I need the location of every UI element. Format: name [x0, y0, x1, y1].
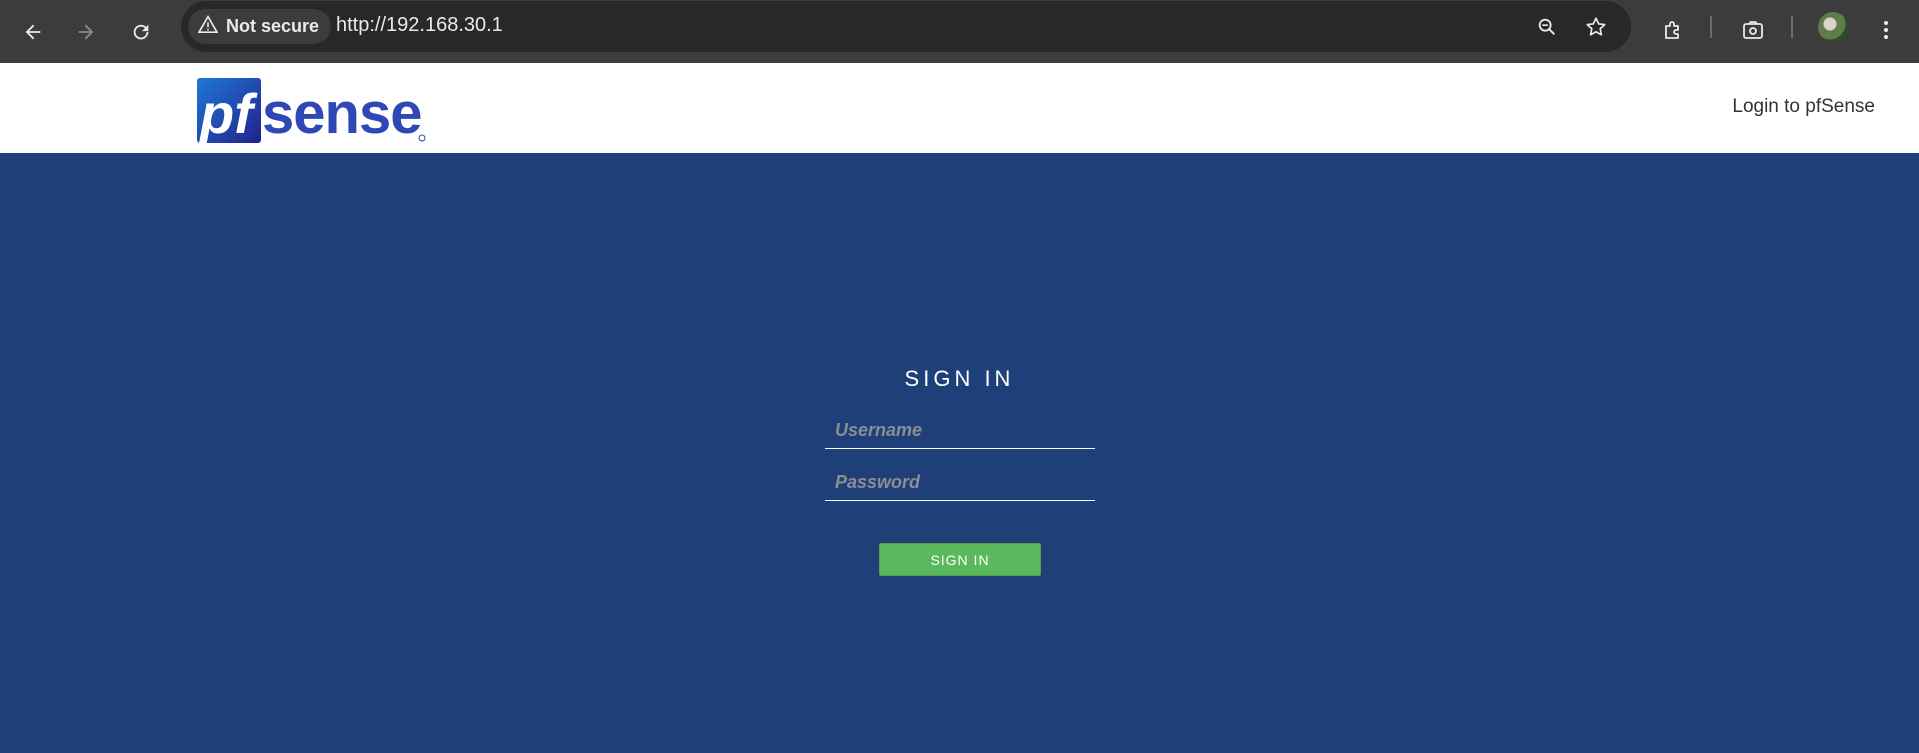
address-bar[interactable]: Not secure http://192.168.30.1 — [181, 1, 1631, 52]
svg-text:sense: sense — [262, 81, 421, 145]
back-arrow-icon[interactable] — [13, 12, 53, 52]
profile-avatar[interactable] — [1818, 12, 1848, 42]
url-text[interactable]: http://192.168.30.1 — [336, 14, 503, 37]
bookmark-star-icon[interactable] — [1581, 12, 1611, 42]
svg-text:pf: pf — [198, 82, 258, 145]
username-input[interactable] — [825, 413, 1095, 449]
warning-triangle-icon — [197, 15, 219, 38]
more-menu-icon[interactable] — [1868, 12, 1904, 48]
sign-in-button[interactable]: SIGN IN — [879, 543, 1041, 576]
extensions-icon[interactable] — [1655, 12, 1691, 48]
zoom-icon[interactable] — [1532, 12, 1562, 42]
screen-capture-icon[interactable] — [1735, 12, 1771, 48]
forward-arrow-icon[interactable] — [66, 12, 106, 52]
toolbar-divider — [1710, 16, 1712, 38]
page-title: Login to pfSense — [1732, 96, 1875, 117]
reload-icon[interactable] — [121, 12, 161, 52]
toolbar-divider — [1791, 16, 1793, 38]
password-input[interactable] — [825, 465, 1095, 501]
site-header: pf sense Login to pfSense — [0, 63, 1919, 153]
browser-toolbar: Not secure http://192.168.30.1 — [0, 0, 1919, 64]
security-indicator[interactable]: Not secure — [188, 9, 332, 44]
signin-heading: SIGN IN — [904, 366, 1015, 391]
pfsense-logo[interactable]: pf sense — [196, 75, 428, 145]
security-label: Not secure — [226, 16, 320, 36]
